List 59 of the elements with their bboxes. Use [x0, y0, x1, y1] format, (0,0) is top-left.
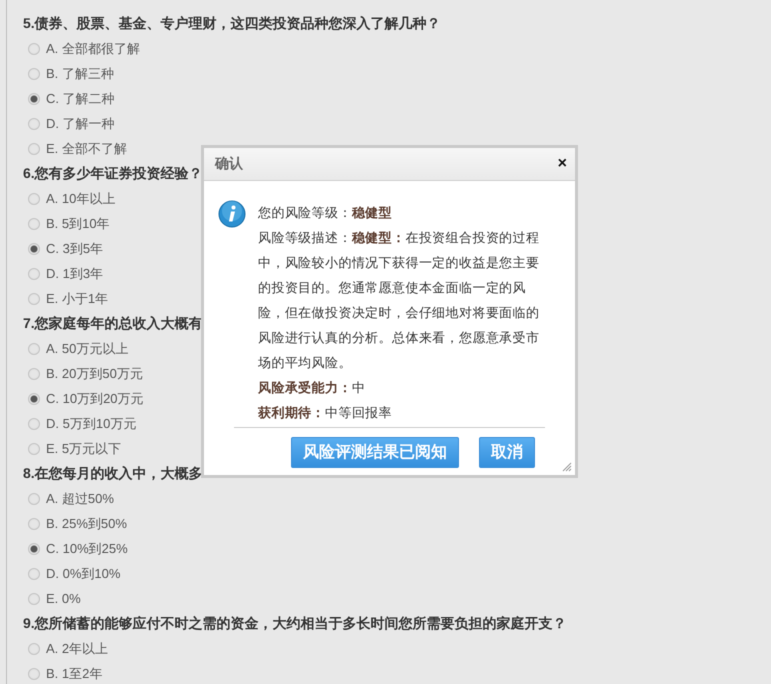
radio-button[interactable] [28, 118, 40, 130]
option-label: B. 25%到50% [46, 514, 127, 532]
question-title: 6.您有多少年证券投资经验？ [23, 164, 203, 183]
radio-button[interactable] [28, 518, 40, 530]
option-label: C. 10%到25% [46, 540, 128, 558]
radio-button[interactable] [28, 368, 40, 380]
radio-button[interactable] [28, 192, 40, 204]
option-label: E. 全部不了解 [46, 140, 127, 158]
radio-button[interactable] [28, 668, 40, 680]
radio-button[interactable] [28, 642, 40, 654]
option-label: E. 0% [46, 591, 81, 606]
option-label: E. 小于1年 [46, 290, 108, 308]
radio-button[interactable] [28, 92, 40, 104]
option-label: A. 50万元以上 [46, 340, 128, 358]
radio-button[interactable] [28, 68, 40, 80]
radio-button[interactable] [28, 268, 40, 280]
option-label: B. 1至2年 [46, 664, 102, 682]
radio-button[interactable] [28, 292, 40, 304]
option-label: C. 10万到20万元 [46, 390, 144, 408]
dialog-title: 确认 [215, 155, 243, 173]
question-title: 9.您所储蓄的能够应付不时之需的资金，大约相当于多长时间您所需要负担的家庭开支？ [23, 614, 567, 633]
radio-button[interactable] [28, 492, 40, 504]
radio-button[interactable] [28, 342, 40, 354]
acknowledge-button[interactable]: 风险评测结果已阅知 [291, 437, 459, 468]
option-label: D. 1到3年 [46, 264, 104, 282]
radio-button[interactable] [28, 242, 40, 254]
option-label: B. 5到10年 [46, 214, 110, 232]
option-label: A. 2年以上 [46, 640, 108, 658]
option-label: B. 了解三种 [46, 64, 114, 82]
radio-button[interactable] [28, 218, 40, 230]
risk-level-text: 您的风险等级：稳健型 [258, 204, 394, 222]
radio-button[interactable] [28, 392, 40, 404]
question-title: 7.您家庭每年的总收入大概有 [23, 314, 203, 333]
radio-button[interactable] [28, 42, 40, 54]
option-label: E. 5万元以下 [46, 440, 122, 458]
radio-button[interactable] [28, 142, 40, 154]
option-label: D. 了解一种 [46, 114, 115, 132]
option-label: A. 10年以上 [46, 190, 116, 208]
option-label: C. 了解二种 [46, 90, 115, 108]
option-label: B. 20万到50万元 [46, 364, 143, 382]
option-label: C. 3到5年 [46, 240, 104, 258]
option-label: D. 0%到10% [46, 564, 120, 582]
close-button[interactable]: × [558, 156, 567, 172]
risk-detail-text: 获利期待：中等回报率 [258, 404, 393, 422]
option-label: D. 5万到10万元 [46, 414, 136, 432]
radio-button[interactable] [28, 418, 40, 430]
cancel-button[interactable]: 取消 [479, 437, 535, 468]
risk-detail-text: 风险承受能力：中 [258, 379, 366, 397]
resize-grip-icon [562, 462, 572, 472]
radio-button[interactable] [28, 542, 40, 554]
question-title: 5.债券、股票、基金、专户理财，这四类投资品种您深入了解几种？ [23, 14, 441, 33]
option-label: A. 全部都很了解 [46, 40, 140, 58]
option-label: A. 超过50% [46, 490, 114, 508]
risk-description-text: 风险等级描述：稳健型：在投资组合投资的过程中，风险较小的情况下获得一定的收益是您主要的投资目的。您通常愿意使本金面临一定的风险，但在做投资决定时，会仔细地对将要面临的风险进行认真的分析。总体来看，您愿意承受市场的平均风险。 [258, 229, 540, 372]
info-icon [218, 200, 246, 228]
radio-button[interactable] [28, 568, 40, 580]
question-title: 8.在您每月的收入中，大概多 [23, 464, 203, 483]
radio-button[interactable] [28, 592, 40, 604]
radio-button[interactable] [28, 442, 40, 454]
